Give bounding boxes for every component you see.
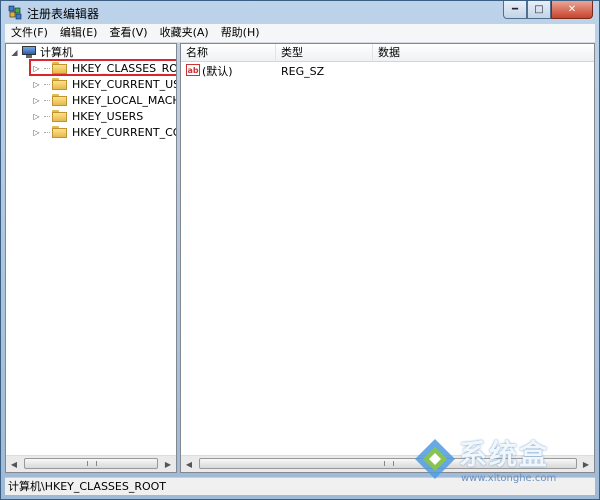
expanded-arrow-icon[interactable]: ◢ <box>10 48 19 57</box>
registry-editor-window: 注册表编辑器 ━ □ ✕ 文件(F) 编辑(E) 查看(V) 收藏夹(A) 帮助… <box>0 0 600 500</box>
menu-help[interactable]: 帮助(H) <box>215 24 266 42</box>
tree-item-label: HKEY_CLASSES_ROOT <box>72 61 176 75</box>
window-title: 注册表编辑器 <box>27 7 100 21</box>
tree-connector <box>44 83 50 85</box>
tree-item-label: HKEY_LOCAL_MACHINE <box>72 93 176 107</box>
tree-item-label: HKEY_USERS <box>72 109 144 123</box>
grip-icon <box>384 461 394 466</box>
maximize-button[interactable]: □ <box>527 1 551 19</box>
menu-bar: 文件(F) 编辑(E) 查看(V) 收藏夹(A) 帮助(H) <box>5 24 595 43</box>
tree-connector <box>44 131 50 133</box>
collapsed-arrow-icon[interactable]: ▷ <box>32 112 41 121</box>
collapsed-arrow-icon[interactable]: ▷ <box>32 96 41 105</box>
tree-horizontal-scrollbar[interactable]: ◀ ▶ <box>6 455 176 472</box>
scrollbar-thumb[interactable] <box>24 458 158 469</box>
list-item[interactable]: ab (默认) REG_SZ <box>181 63 594 79</box>
tree-item-label: 计算机 <box>40 46 73 59</box>
scroll-left-arrow-icon[interactable]: ◀ <box>6 456 22 472</box>
tree-item-hkey-current-config[interactable]: ▷ HKEY_CURRENT_CONFIG <box>32 124 176 140</box>
collapsed-arrow-icon[interactable]: ▷ <box>32 80 41 89</box>
column-header-type[interactable]: 类型 <box>276 44 373 62</box>
caption-buttons: ━ □ ✕ <box>503 1 593 19</box>
scroll-left-arrow-icon[interactable]: ◀ <box>181 456 197 472</box>
tree-connector <box>44 115 50 117</box>
scroll-right-arrow-icon[interactable]: ▶ <box>160 456 176 472</box>
column-header-name[interactable]: 名称 <box>181 44 276 62</box>
tree-pane[interactable]: ◢ 计算机 ▷ HKEY_CLASSES_ROOT ▷ HKEY_CURRENT… <box>5 43 177 473</box>
watermark: 系统盒 www.xitonghe.com <box>411 429 591 493</box>
values-list-pane[interactable]: 名称 类型 数据 ab (默认) REG_SZ ◀ ▶ <box>180 43 595 473</box>
value-type: REG_SZ <box>281 64 325 78</box>
tree-item-hkey-local-machine[interactable]: ▷ HKEY_LOCAL_MACHINE <box>32 92 176 108</box>
watermark-url: www.xitonghe.com <box>461 473 557 484</box>
tree-item-hkey-current-user[interactable]: ▷ HKEY_CURRENT_USER <box>32 76 176 92</box>
menu-edit[interactable]: 编辑(E) <box>54 24 104 42</box>
computer-icon <box>22 46 36 58</box>
value-name: (默认) <box>202 65 233 78</box>
tree-connector <box>44 99 50 101</box>
menu-view[interactable]: 查看(V) <box>103 24 153 42</box>
folder-icon <box>52 77 68 91</box>
grip-icon <box>87 461 97 466</box>
registry-editor-app-icon <box>8 5 22 20</box>
tree-item-label: HKEY_CURRENT_CONFIG <box>72 125 176 139</box>
tree-item-hkey-classes-root[interactable]: ▷ HKEY_CLASSES_ROOT <box>32 60 176 76</box>
tree-connector <box>44 67 50 69</box>
tree-item-computer[interactable]: ◢ 计算机 <box>10 44 73 60</box>
close-button[interactable]: ✕ <box>551 1 593 19</box>
column-header-data[interactable]: 数据 <box>373 44 594 62</box>
string-value-icon: ab <box>186 64 200 76</box>
watermark-logo-icon <box>415 439 455 479</box>
menu-favorites[interactable]: 收藏夹(A) <box>154 24 215 42</box>
folder-icon <box>52 61 68 75</box>
folder-icon <box>52 109 68 123</box>
folder-icon <box>52 125 68 139</box>
title-bar[interactable]: 注册表编辑器 ━ □ ✕ <box>1 1 599 23</box>
folder-icon <box>52 93 68 107</box>
tree-item-label: HKEY_CURRENT_USER <box>72 77 176 91</box>
menu-file[interactable]: 文件(F) <box>5 24 54 42</box>
collapsed-arrow-icon[interactable]: ▷ <box>32 128 41 137</box>
watermark-text: 系统盒 <box>459 438 550 471</box>
collapsed-arrow-icon[interactable]: ▷ <box>32 64 41 73</box>
tree-item-hkey-users[interactable]: ▷ HKEY_USERS <box>32 108 143 124</box>
minimize-button[interactable]: ━ <box>503 1 527 19</box>
